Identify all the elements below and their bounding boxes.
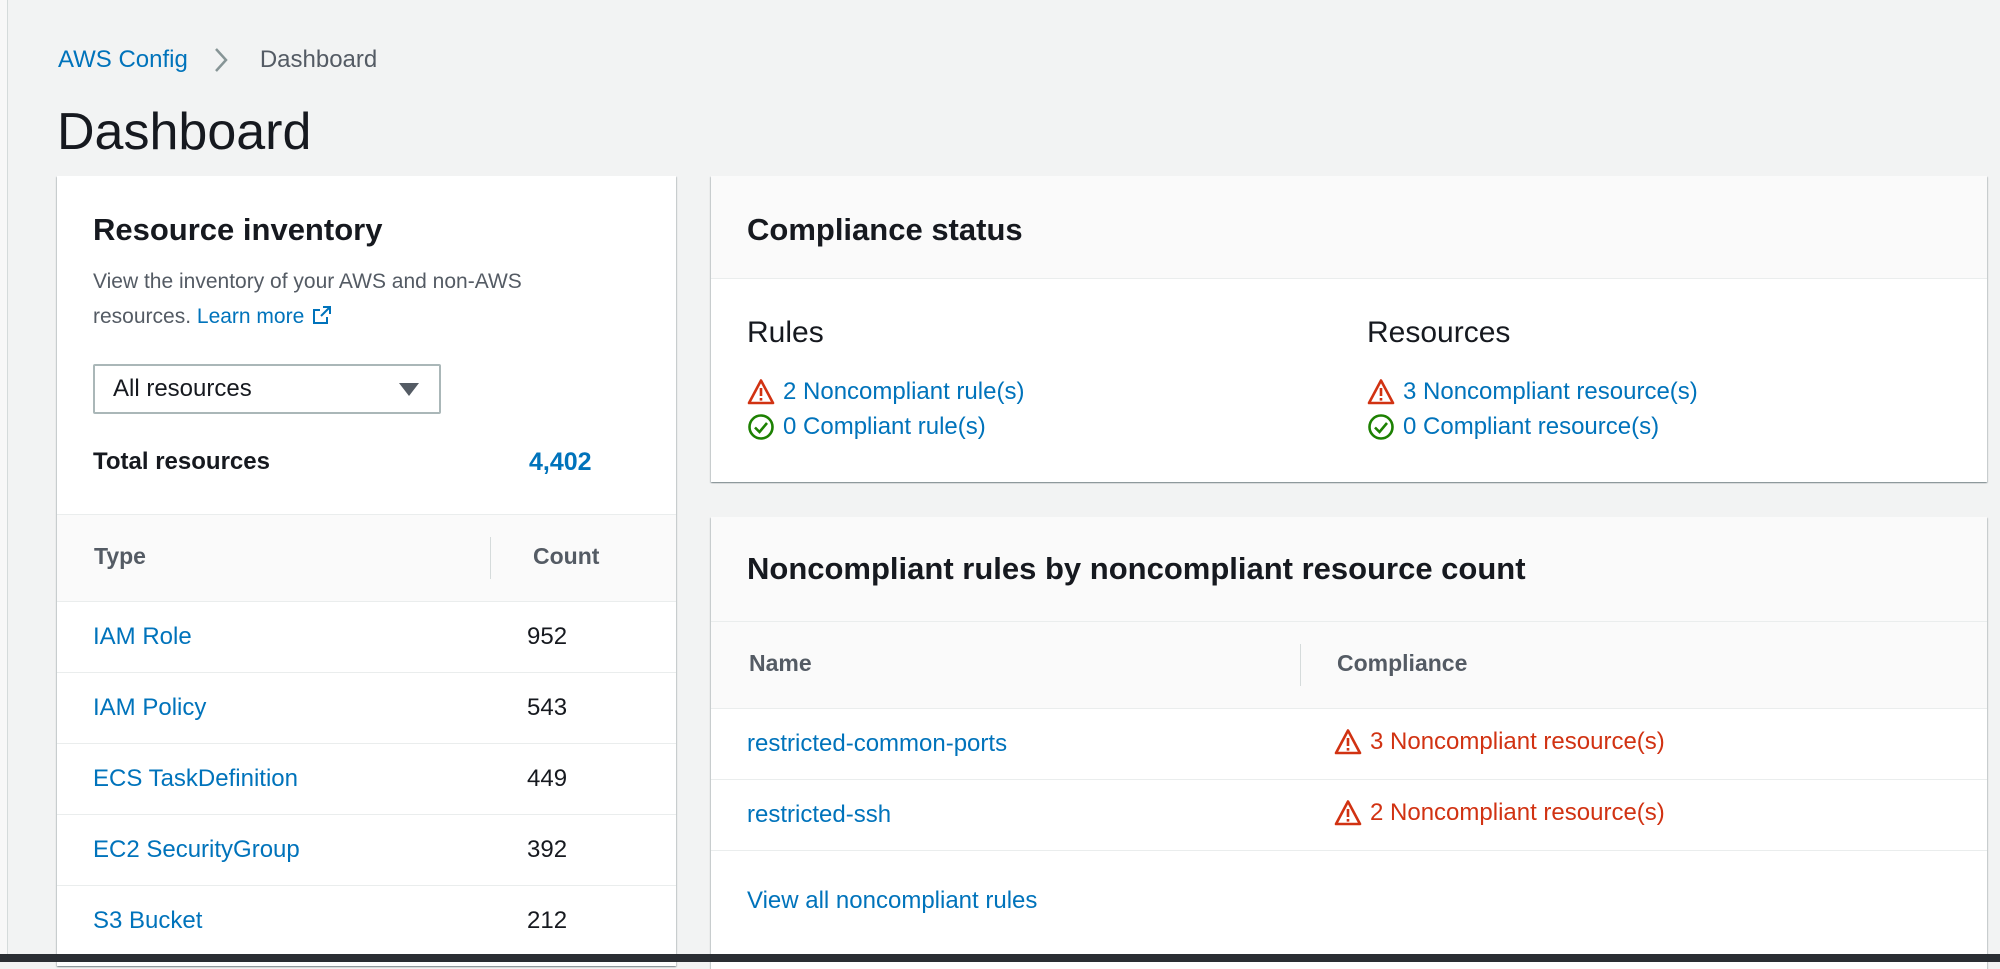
resource-inventory-title: Resource inventory — [93, 212, 383, 247]
check-circle-icon — [748, 414, 774, 440]
table-header: Name Compliance — [711, 622, 1987, 709]
compliance-status-panel: Compliance status Rules 2 Noncompliant r… — [711, 176, 1987, 482]
warning-triangle-icon — [747, 379, 775, 405]
column-divider — [490, 537, 491, 579]
resource-count: 449 — [527, 765, 568, 792]
resource-count: 212 — [527, 907, 568, 934]
page-title: Dashboard — [57, 103, 312, 161]
rule-compliance-text: 3 Noncompliant resource(s) — [1370, 728, 1665, 755]
resource-type-link[interactable]: IAM Role — [93, 623, 192, 651]
resource-type-link[interactable]: S3 Bucket — [93, 907, 202, 935]
resources-compliant-line: 0 Compliant resource(s) — [1367, 413, 1659, 441]
noncompliant-resources-link[interactable]: 3 Noncompliant resource(s) — [1403, 378, 1698, 406]
check-circle-icon — [1368, 414, 1394, 440]
table-row: ECS TaskDefinition 449 — [57, 744, 676, 815]
compliance-status-title: Compliance status — [747, 212, 1023, 247]
table-row: restricted-common-ports 3 Noncompliant r… — [711, 709, 1987, 780]
resource-type-link[interactable]: ECS TaskDefinition — [93, 765, 298, 793]
total-resources-value[interactable]: 4,402 — [529, 448, 592, 477]
resource-type-link[interactable]: EC2 SecurityGroup — [93, 836, 300, 864]
table-row: IAM Policy 543 — [57, 673, 676, 744]
rule-name-link[interactable]: restricted-common-ports — [747, 730, 1007, 758]
learn-more-label: Learn more — [196, 305, 305, 328]
side-navigation-edge — [0, 0, 8, 962]
resource-inventory-description: View the inventory of your AWS and non-A… — [93, 264, 613, 334]
resource-type-link[interactable]: IAM Policy — [93, 694, 206, 722]
rule-name-link[interactable]: restricted-ssh — [747, 801, 891, 829]
resource-count: 392 — [527, 836, 568, 863]
table-row: restricted-ssh 2 Noncompliant resource(s… — [711, 780, 1987, 851]
resource-inventory-table: Type Count IAM Role 952 IAM Policy 543 E… — [57, 514, 676, 957]
column-header-type: Type — [94, 543, 146, 569]
rule-compliance-status: 2 Noncompliant resource(s) — [1334, 799, 1665, 827]
rule-compliance-text: 2 Noncompliant resource(s) — [1370, 799, 1665, 826]
learn-more-link[interactable]: Learn more — [197, 305, 332, 328]
compliant-resources-link[interactable]: 0 Compliant resource(s) — [1403, 413, 1659, 441]
rule-compliance-status: 3 Noncompliant resource(s) — [1334, 728, 1665, 756]
noncompliant-rules-header: Noncompliant rules by noncompliant resou… — [711, 517, 1987, 622]
breadcrumb-current: Dashboard — [259, 46, 378, 73]
column-divider — [1300, 644, 1301, 686]
total-resources-label: Total resources — [93, 448, 270, 475]
table-row: S3 Bucket 212 — [57, 886, 676, 957]
bottom-status-bar — [0, 954, 2000, 962]
breadcrumb-aws-config[interactable]: AWS Config — [58, 46, 188, 74]
noncompliant-rules-link[interactable]: 2 Noncompliant rule(s) — [783, 378, 1024, 406]
table-row: IAM Role 952 — [57, 602, 676, 673]
resources-heading: Resources — [1367, 316, 1511, 349]
caret-down-icon — [399, 383, 419, 396]
warning-triangle-icon — [1367, 379, 1395, 405]
external-link-icon — [313, 306, 332, 324]
warning-triangle-icon — [1334, 729, 1362, 755]
column-header-name: Name — [749, 650, 812, 676]
table-row: EC2 SecurityGroup 392 — [57, 815, 676, 886]
rules-noncompliant-line: 2 Noncompliant rule(s) — [747, 378, 1024, 406]
column-header-compliance: Compliance — [1337, 650, 1468, 676]
breadcrumb: AWS Config Dashboard — [58, 44, 377, 76]
view-all-noncompliant-rules-link[interactable]: View all noncompliant rules — [747, 887, 1037, 915]
rules-heading: Rules — [747, 316, 824, 349]
resources-noncompliant-line: 3 Noncompliant resource(s) — [1367, 378, 1698, 406]
noncompliant-rules-panel: Noncompliant rules by noncompliant resou… — [711, 517, 1987, 969]
resource-count: 952 — [527, 623, 568, 650]
resource-filter-select[interactable]: All resources — [93, 364, 441, 414]
column-header-count: Count — [533, 543, 600, 569]
noncompliant-rules-title: Noncompliant rules by noncompliant resou… — [747, 551, 1526, 586]
rules-compliant-line: 0 Compliant rule(s) — [747, 413, 986, 441]
compliance-status-header: Compliance status — [711, 176, 1987, 279]
compliant-rules-link[interactable]: 0 Compliant rule(s) — [783, 413, 986, 441]
resource-count: 543 — [527, 694, 568, 721]
resource-inventory-panel: Resource inventory View the inventory of… — [57, 176, 676, 966]
resource-filter-value: All resources — [113, 375, 252, 402]
chevron-right-icon — [214, 48, 228, 72]
warning-triangle-icon — [1334, 800, 1362, 826]
table-header: Type Count — [57, 514, 676, 602]
